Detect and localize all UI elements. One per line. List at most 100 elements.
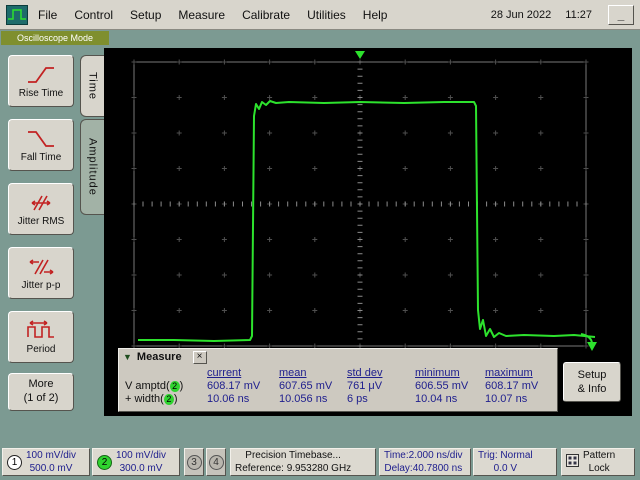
- more-button[interactable]: More (1 of 2): [8, 373, 74, 411]
- menu-setup[interactable]: Setup: [130, 8, 161, 22]
- jitter-pp-icon: [26, 256, 56, 278]
- row-suffix: ): [173, 393, 178, 405]
- tab-amplitude-label: Amplitude: [86, 138, 99, 196]
- channel-3-badge: 3: [186, 454, 202, 470]
- time-text: 11:27: [565, 8, 592, 21]
- setup-info-line1: Setup: [577, 368, 607, 381]
- period-icon: [26, 319, 56, 342]
- pattern-lock-label: Pattern Lock: [583, 449, 615, 475]
- channel-1-settings: 100 mV/div 500.0 mV: [26, 449, 76, 475]
- app-scope-icon: [6, 4, 28, 25]
- more-page-indicator: (1 of 2): [23, 392, 59, 404]
- measure-row-label: + width(2): [119, 393, 207, 405]
- rise-time-icon: [26, 64, 56, 86]
- measure-value: 761 μV: [347, 380, 383, 392]
- pattern-lock-line2: Lock: [588, 463, 610, 474]
- sidebar-button-fall-time[interactable]: Fall Time: [8, 119, 74, 171]
- column-spacer: [119, 367, 207, 379]
- time-settings: Time:2.000 ns/div Delay:40.7800 ns: [384, 449, 463, 475]
- menu-control[interactable]: Control: [74, 8, 113, 22]
- channel-2-button[interactable]: 2 100 mV/div 300.0 mV: [92, 448, 180, 476]
- mode-label: Oscilloscope Mode: [1, 31, 109, 45]
- measure-panel-header[interactable]: ▼ Measure ×: [119, 349, 557, 365]
- measure-value: 6 ps: [347, 393, 368, 405]
- tab-amplitude[interactable]: Amplitude: [80, 119, 104, 215]
- sidebar-button-period[interactable]: Period: [8, 311, 74, 363]
- measure-panel-title: Measure: [136, 351, 182, 363]
- setup-info-line2: & Info: [577, 383, 607, 395]
- column-header-current: current: [207, 367, 242, 379]
- sidebar-button-rise-time[interactable]: Rise Time: [8, 55, 74, 107]
- channel-2-scale: 100 mV/div: [116, 450, 167, 461]
- column-header-maximum: maximum: [485, 367, 533, 379]
- menu-measure[interactable]: Measure: [178, 8, 225, 22]
- measure-table: current mean std dev minimum maximum V a…: [119, 365, 557, 405]
- row-name: + width(: [125, 393, 164, 405]
- channel-2-badge: 2: [97, 454, 112, 470]
- date-text: 28 Jun 2022: [490, 8, 552, 21]
- row-name: V amptd(: [125, 380, 170, 392]
- trigger-button[interactable]: Trig: Normal 0.0 V: [473, 448, 557, 476]
- row-suffix: ): [179, 380, 184, 392]
- measure-value: 10.056 ns: [279, 393, 328, 405]
- oscilloscope-app: File Control Setup Measure Calibrate Uti…: [0, 0, 640, 480]
- measure-value: 10.06 ns: [207, 393, 250, 405]
- column-header-mean: mean: [279, 367, 307, 379]
- sidebar-button-label: Jitter p-p: [21, 279, 61, 291]
- sidebar-button-jitter-rms[interactable]: Jitter RMS: [8, 183, 74, 235]
- timebase-settings: Precision Timebase... Reference: 9.95328…: [235, 449, 351, 475]
- trigger-settings: Trig: Normal 0.0 V: [478, 449, 533, 475]
- channel-2-settings: 100 mV/div 300.0 mV: [116, 449, 166, 475]
- sidebar-button-label: Jitter RMS: [17, 215, 65, 227]
- trigger-marker-icon[interactable]: [355, 51, 365, 59]
- pattern-lock-line1: Pattern: [583, 450, 616, 461]
- column-header-minimum: minimum: [415, 367, 460, 379]
- more-label: More: [28, 378, 54, 391]
- sidebar-button-label: Fall Time: [20, 151, 62, 163]
- measure-row-label: V amptd(2): [119, 380, 207, 392]
- time-per-div: Time:2.000 ns/div: [384, 450, 463, 461]
- channel-badge: 2: [163, 394, 174, 405]
- status-bar: 1 100 mV/div 500.0 mV 2 100 mV/div 300.0…: [0, 446, 640, 480]
- measure-value: 10.04 ns: [415, 393, 458, 405]
- channel-1-scale: 100 mV/div: [26, 450, 77, 461]
- time-scale-button[interactable]: Time:2.000 ns/div Delay:40.7800 ns: [379, 448, 471, 476]
- channel-4-button[interactable]: 4: [206, 448, 226, 476]
- measure-value: 10.07 ns: [485, 393, 528, 405]
- grid-ticks-icon: [133, 61, 587, 347]
- channel-2-offset: 300.0 mV: [119, 463, 163, 474]
- menu-bar: File Control Setup Measure Calibrate Uti…: [0, 0, 640, 30]
- channel-1-offset: 500.0 mV: [29, 463, 73, 474]
- channel-1-badge: 1: [7, 454, 22, 470]
- menu-help[interactable]: Help: [363, 8, 388, 22]
- menu-file[interactable]: File: [38, 8, 57, 22]
- panel-handle-icon: ▼: [123, 351, 132, 362]
- column-header-stddev: std dev: [347, 367, 383, 379]
- channel-4-badge: 4: [208, 454, 224, 470]
- measure-value: 608.17 mV: [485, 380, 539, 392]
- trigger-mode: Trig: Normal: [478, 450, 533, 461]
- setup-info-button[interactable]: Setup & Info: [563, 362, 621, 402]
- pattern-lock-button[interactable]: Pattern Lock: [561, 448, 635, 476]
- channel-3-button[interactable]: 3: [184, 448, 204, 476]
- datetime-display: 28 Jun 2022 11:27: [484, 6, 598, 23]
- waveform-trace: [138, 100, 596, 342]
- close-icon[interactable]: ×: [192, 350, 207, 364]
- trigger-level: 0.0 V: [493, 463, 517, 474]
- tab-time-label: Time: [86, 71, 99, 101]
- channel-1-button[interactable]: 1 100 mV/div 500.0 mV: [2, 448, 90, 476]
- measure-value: 608.17 mV: [207, 380, 261, 392]
- tab-time[interactable]: Time: [80, 55, 104, 117]
- menu-utilities[interactable]: Utilities: [307, 8, 346, 22]
- time-delay: Delay:40.7800 ns: [384, 463, 463, 474]
- timebase-reference: Reference: 9.953280 GHz: [235, 463, 352, 474]
- menu-calibrate[interactable]: Calibrate: [242, 8, 290, 22]
- jitter-rms-icon: [26, 192, 56, 214]
- pattern-lock-icon: [566, 454, 579, 470]
- sidebar-button-jitter-pp[interactable]: Jitter p-p: [8, 247, 74, 299]
- measure-value: 606.55 mV: [415, 380, 469, 392]
- precision-timebase-button[interactable]: Precision Timebase... Reference: 9.95328…: [230, 448, 376, 476]
- measure-value: 607.65 mV: [279, 380, 333, 392]
- measure-panel: ▼ Measure × current mean std dev minimum…: [118, 348, 558, 412]
- minimize-button[interactable]: _: [608, 4, 634, 25]
